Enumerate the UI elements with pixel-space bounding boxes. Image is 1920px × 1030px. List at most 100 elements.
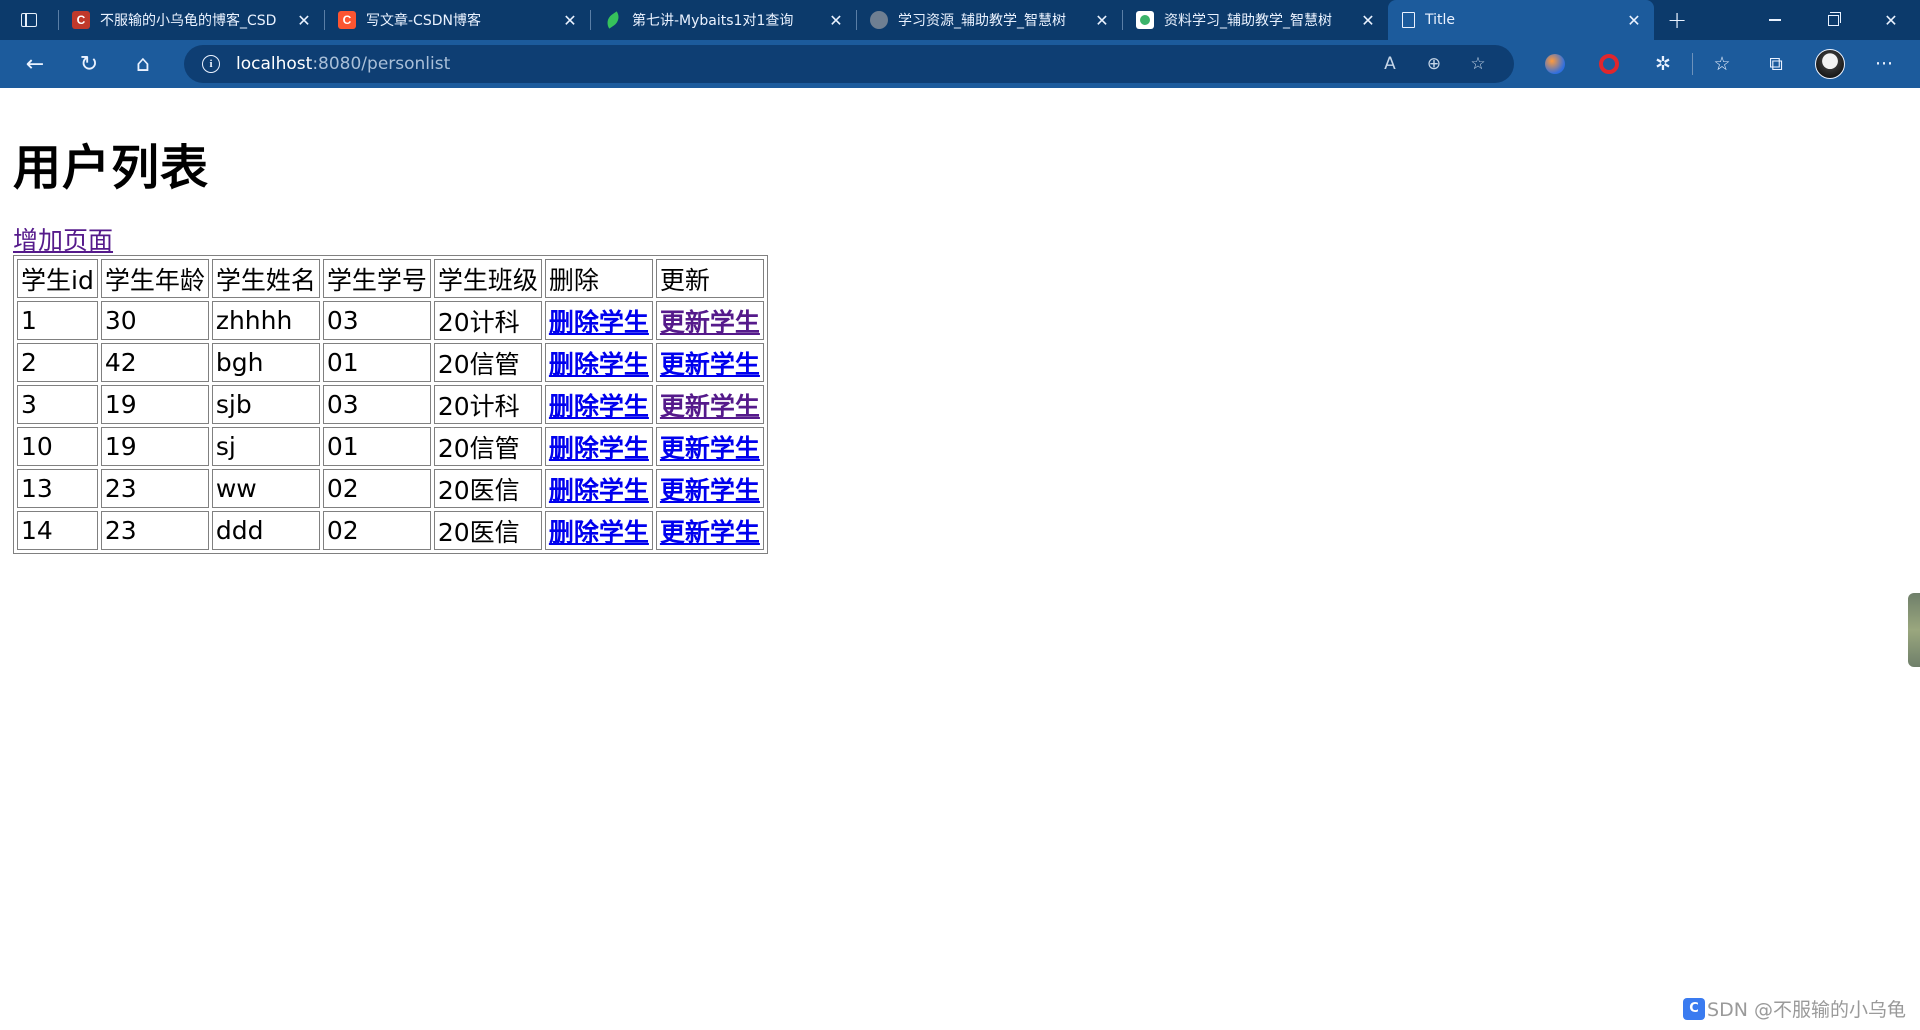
extension-button[interactable] (1528, 40, 1582, 88)
favorites-button[interactable]: ☆ (1695, 40, 1749, 88)
delete-student-link[interactable]: 删除学生 (549, 392, 649, 421)
toolbar-divider (1692, 53, 1693, 75)
cell-delete: 删除学生 (544, 385, 653, 424)
back-button[interactable]: ← (8, 40, 62, 88)
address-bar[interactable]: i localhost:8080/personlist A ⊕ ☆ (184, 45, 1514, 83)
table-row: 14 23 ddd 02 20医信 删除学生 更新学生 (17, 511, 764, 550)
zhihuishu-favicon-icon (1136, 11, 1154, 29)
csdn-favicon-icon: C (338, 11, 356, 29)
tab-separator (324, 10, 325, 30)
cell-delete: 删除学生 (544, 469, 653, 508)
home-button[interactable]: ⌂ (116, 40, 170, 88)
close-icon[interactable]: ✕ (1624, 11, 1644, 30)
tab-learning-resources[interactable]: 学习资源_辅助教学_智慧树 ✕ (856, 0, 1122, 40)
tab-separator (58, 10, 59, 30)
student-table: 学生id 学生年龄 学生姓名 学生学号 学生班级 删除 更新 1 30 zhhh… (13, 255, 768, 554)
update-student-link[interactable]: 更新学生 (660, 308, 760, 337)
cell-delete: 删除学生 (544, 427, 653, 466)
close-icon[interactable]: ✕ (1358, 11, 1378, 30)
cell-delete: 删除学生 (544, 343, 653, 382)
watermark-text: SDN @不服输的小乌龟 (1707, 999, 1906, 1021)
table-header-row: 学生id 学生年龄 学生姓名 学生学号 学生班级 删除 更新 (17, 259, 764, 298)
cell-no: 01 (322, 343, 431, 382)
cell-class: 20医信 (433, 511, 542, 550)
update-student-link[interactable]: 更新学生 (660, 392, 760, 421)
tab-separator (590, 10, 591, 30)
page-icon (1402, 12, 1415, 28)
column-header: 删除 (544, 259, 653, 298)
table-row: 3 19 sjb 03 20计科 删除学生 更新学生 (17, 385, 764, 424)
update-student-link[interactable]: 更新学生 (660, 518, 760, 547)
cell-name: ddd (211, 511, 320, 550)
refresh-button[interactable]: ↻ (62, 40, 116, 88)
cell-class: 20信管 (433, 427, 542, 466)
delete-student-link[interactable]: 删除学生 (549, 308, 649, 337)
delete-student-link[interactable]: 删除学生 (549, 476, 649, 505)
cell-age: 19 (100, 427, 209, 466)
refresh-icon: ↻ (79, 51, 99, 77)
tab-separator (856, 10, 857, 30)
cell-update: 更新学生 (655, 343, 764, 382)
extension-button[interactable] (1582, 40, 1636, 88)
add-page-link[interactable]: 增加页面 (13, 221, 113, 257)
scrollbar-handle[interactable] (1908, 593, 1920, 667)
column-header: 学生姓名 (211, 259, 320, 298)
new-tab-button[interactable]: + (1654, 6, 1700, 34)
url-path: :8080/personlist (312, 54, 451, 74)
delete-student-link[interactable]: 删除学生 (549, 350, 649, 379)
delete-student-link[interactable]: 删除学生 (549, 434, 649, 463)
update-student-link[interactable]: 更新学生 (660, 476, 760, 505)
cell-name: ww (211, 469, 320, 508)
close-icon[interactable]: ✕ (560, 11, 580, 30)
tab-blog[interactable]: C 不服输的小乌龟的博客_CSD ✕ (58, 0, 324, 40)
table-row: 10 19 sj 01 20信管 删除学生 更新学生 (17, 427, 764, 466)
cell-delete: 删除学生 (544, 301, 653, 340)
cell-delete: 删除学生 (544, 511, 653, 550)
close-icon[interactable]: ✕ (1092, 11, 1112, 30)
add-favorite-icon[interactable]: ☆ (1456, 54, 1500, 74)
cell-class: 20医信 (433, 469, 542, 508)
tab-strip: C 不服输的小乌龟的博客_CSD ✕ C 写文章-CSDN博客 ✕ 第七讲-My… (0, 0, 1920, 40)
cell-update: 更新学生 (655, 385, 764, 424)
tab-mybatis[interactable]: 第七讲-Mybaits1对1查询 ✕ (590, 0, 856, 40)
settings-menu-button[interactable]: ··· (1857, 40, 1911, 88)
table-row: 13 23 ww 02 20医信 删除学生 更新学生 (17, 469, 764, 508)
cell-age: 19 (100, 385, 209, 424)
cell-name: bgh (211, 343, 320, 382)
minimize-icon (1769, 19, 1781, 21)
update-student-link[interactable]: 更新学生 (660, 350, 760, 379)
cell-name: sj (211, 427, 320, 466)
close-icon[interactable]: ✕ (294, 11, 314, 30)
browser-toolbar: ← ↻ ⌂ i localhost:8080/personlist A ⊕ ☆ … (0, 40, 1920, 88)
cell-age: 42 (100, 343, 209, 382)
delete-student-link[interactable]: 删除学生 (549, 518, 649, 547)
leaf-favicon-icon (604, 11, 622, 29)
close-icon[interactable]: ✕ (826, 11, 846, 30)
profile-button[interactable] (1803, 40, 1857, 88)
tab-title: 资料学习_辅助教学_智慧树 (1164, 13, 1332, 29)
table-row: 2 42 bgh 01 20信管 删除学生 更新学生 (17, 343, 764, 382)
extensions-button[interactable]: ✲ (1636, 40, 1690, 88)
restore-button[interactable] (1804, 0, 1862, 40)
csdn-favicon-icon: C (72, 11, 90, 29)
cell-name: sjb (211, 385, 320, 424)
tab-actions-icon (21, 13, 37, 27)
tab-materials[interactable]: 资料学习_辅助教学_智慧树 ✕ (1122, 0, 1388, 40)
close-window-button[interactable]: ✕ (1862, 0, 1920, 40)
zoom-icon[interactable]: ⊕ (1412, 54, 1456, 74)
info-icon[interactable]: i (202, 55, 220, 73)
read-aloud-icon[interactable]: A (1368, 54, 1412, 74)
collections-button[interactable]: ⧉ (1749, 40, 1803, 88)
table-row: 1 30 zhhhh 03 20计科 删除学生 更新学生 (17, 301, 764, 340)
csdn-logo-icon: C (1683, 997, 1706, 1020)
tab-actions-button[interactable] (0, 0, 58, 40)
column-header: 学生学号 (322, 259, 431, 298)
tab-title-active[interactable]: Title ✕ (1388, 0, 1654, 40)
minimize-button[interactable] (1746, 0, 1804, 40)
update-student-link[interactable]: 更新学生 (660, 434, 760, 463)
tab-write-article[interactable]: C 写文章-CSDN博客 ✕ (324, 0, 590, 40)
extension-ring-icon (1599, 54, 1619, 74)
url-host: localhost (236, 54, 313, 74)
cell-no: 01 (322, 427, 431, 466)
restore-icon (1827, 11, 1841, 26)
